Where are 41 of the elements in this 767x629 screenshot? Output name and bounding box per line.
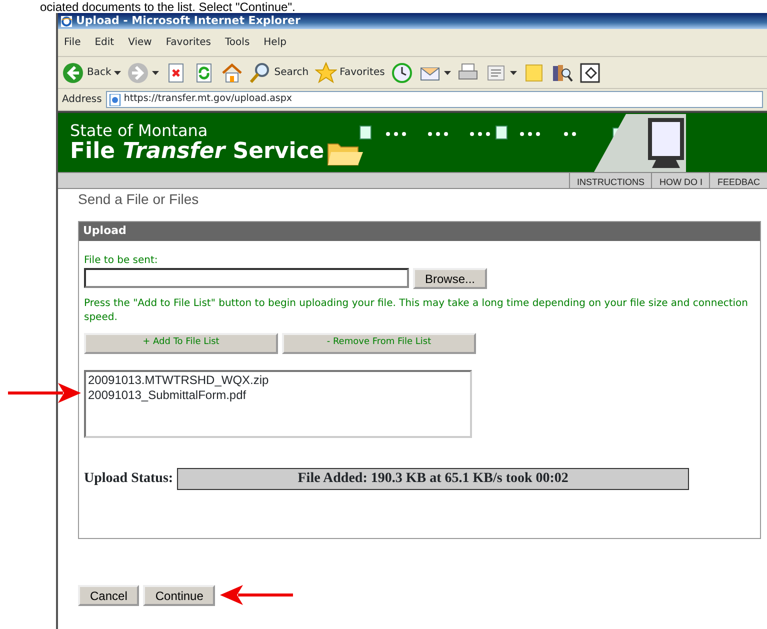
- form-button[interactable]: Cancel: [78, 585, 140, 606]
- dropdown-caret-icon[interactable]: [114, 70, 122, 74]
- file-entry[interactable]: 20091013.MTWTRSHD_WQX.zip: [88, 372, 468, 388]
- star-icon[interactable]: [314, 62, 337, 84]
- page-heading: Send a File or Files: [78, 191, 199, 207]
- form-button[interactable]: Continue: [143, 585, 216, 606]
- status-field: File Added: 190.3 KB at 65.1 KB/s took 00:02: [177, 468, 690, 490]
- address-label: Address: [62, 93, 102, 107]
- nav-link[interactable]: INSTRUCTIONS: [568, 173, 652, 188]
- browser-icon: [60, 14, 73, 28]
- menu-item[interactable]: File: [64, 35, 81, 50]
- address-field[interactable]: https://transfer.mt.gov/upload.aspx: [106, 91, 763, 108]
- panel-title: Upload: [79, 222, 760, 240]
- search-label[interactable]: Search: [274, 65, 309, 80]
- field-label: File to be sent:: [84, 254, 159, 268]
- dropdown-caret-icon[interactable]: [444, 70, 451, 74]
- caption-text: ociated documents to the list. Select "Continue".: [40, 1, 296, 14]
- menu-item[interactable]: Help: [264, 35, 286, 50]
- search-icon[interactable]: [249, 62, 272, 84]
- file-list[interactable]: 20091013.MTWTRSHD_WQX.zip 20091013_SubmittalForm.pdf: [84, 370, 472, 438]
- home-icon[interactable]: [221, 62, 244, 84]
- file-input-field[interactable]: [84, 268, 409, 288]
- banner-subtitle: State of Montana: [70, 122, 209, 138]
- dropdown-caret-icon[interactable]: [510, 70, 517, 74]
- menu-item[interactable]: Tools: [225, 35, 250, 50]
- favorites-label[interactable]: Favorites: [340, 65, 385, 80]
- back-label[interactable]: Back: [87, 65, 112, 80]
- clock-icon[interactable]: [390, 62, 413, 84]
- window-title: Upload - Microsoft Internet Explorer: [76, 12, 300, 29]
- status-label: Upload Status:: [84, 470, 174, 488]
- nav-link[interactable]: HOW DO I: [651, 173, 710, 188]
- menu-item[interactable]: Favorites: [166, 35, 212, 50]
- file-entry[interactable]: 20091013_SubmittalForm.pdf: [88, 388, 468, 402]
- nav-link[interactable]: FEEDBAC: [709, 173, 767, 188]
- page-icon: [108, 94, 121, 106]
- menu-item[interactable]: View: [128, 35, 152, 50]
- instruction-text: Press the "Add to File List" button to begin uploading your file. This may take a long time depending on your file size and connection speed.: [84, 296, 750, 324]
- menu-item[interactable]: Edit: [94, 35, 114, 50]
- dropdown-caret-icon[interactable]: [152, 70, 160, 74]
- browse-button[interactable]: Browse...: [413, 268, 488, 288]
- banner-title: File Transfer Service: [70, 140, 324, 162]
